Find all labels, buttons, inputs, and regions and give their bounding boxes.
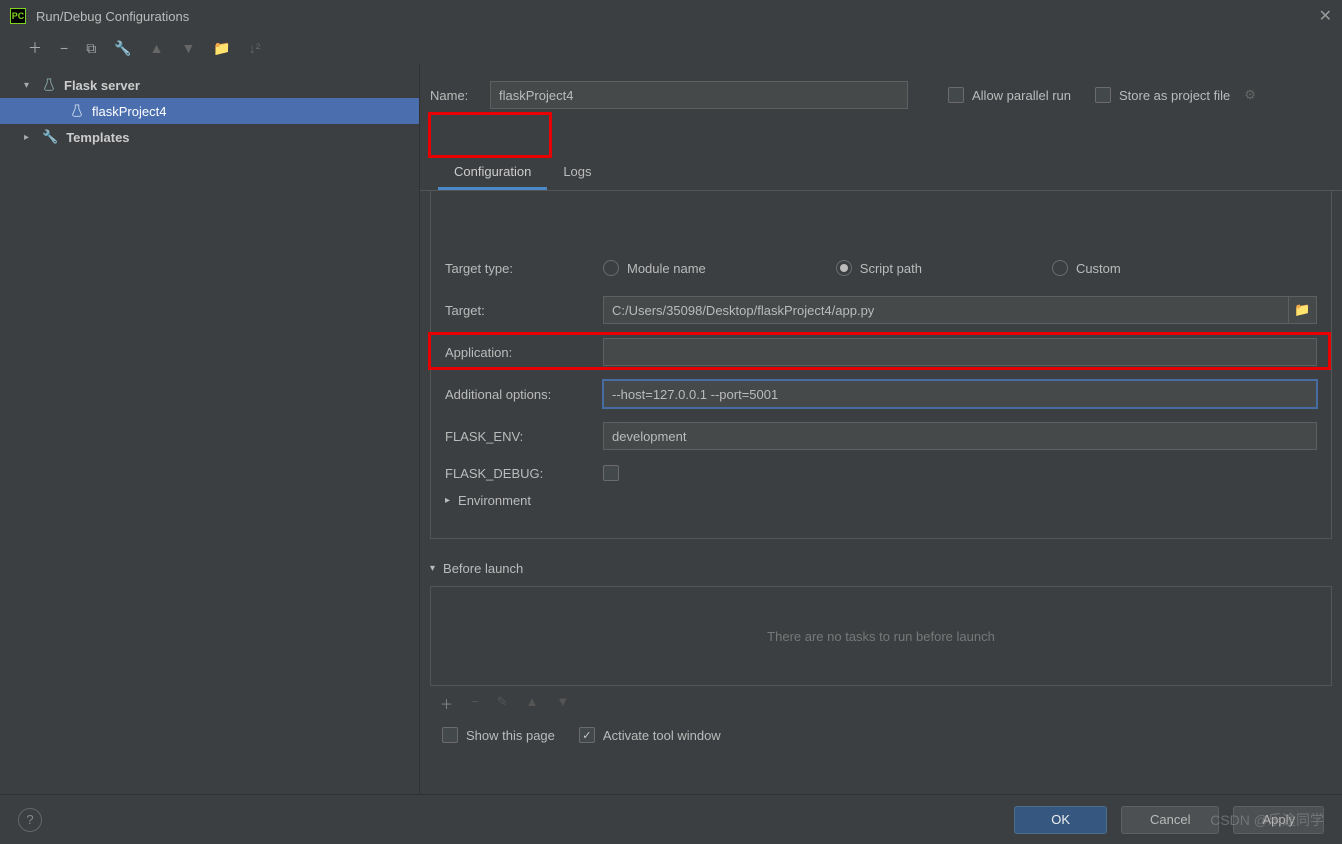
pycharm-icon: PC xyxy=(10,8,26,24)
toolbar: ＋ − ⧉ 🔧 ▲ ▼ 📁 ↓² xyxy=(0,32,1342,64)
gear-icon[interactable]: ⚙ xyxy=(1244,87,1256,103)
content-panel: Name: Allow parallel run Store as projec… xyxy=(420,64,1342,794)
up-icon[interactable]: ▲ xyxy=(150,40,164,56)
environment-label[interactable]: Environment xyxy=(458,493,531,508)
sort-icon[interactable]: ↓² xyxy=(249,40,261,56)
radio-script-path[interactable]: Script path xyxy=(836,260,922,276)
radio-module-name[interactable]: Module name xyxy=(603,260,706,276)
watermark: CSDN @乐途同学 xyxy=(1210,810,1324,830)
remove-task-icon[interactable]: − xyxy=(471,694,479,713)
edit-task-icon[interactable]: ✎ xyxy=(497,694,508,713)
tree-item-flaskproject4[interactable]: flaskProject4 xyxy=(0,98,419,124)
before-launch-list: There are no tasks to run before launch xyxy=(430,586,1332,686)
configuration-panel: Target type: Module name Script path Cus… xyxy=(430,191,1332,539)
browse-folder-icon[interactable]: 📁 xyxy=(1289,296,1317,324)
ok-button[interactable]: OK xyxy=(1014,806,1107,834)
target-input[interactable] xyxy=(603,296,1289,324)
flask-env-label: FLASK_ENV: xyxy=(445,429,603,444)
tree-group-label: Flask server xyxy=(64,78,140,93)
folder-icon[interactable]: 📁 xyxy=(213,40,230,57)
remove-icon[interactable]: − xyxy=(60,40,68,56)
radio-custom[interactable]: Custom xyxy=(1052,260,1121,276)
bottombar: ? OK Cancel Apply xyxy=(0,794,1342,844)
titlebar: PC Run/Debug Configurations ✕ xyxy=(0,0,1342,32)
add-icon[interactable]: ＋ xyxy=(28,38,42,58)
additional-options-label: Additional options: xyxy=(445,387,603,402)
chevron-down-icon[interactable]: ▾ xyxy=(430,563,435,574)
up-task-icon[interactable]: ▲ xyxy=(526,694,539,713)
down-icon[interactable]: ▼ xyxy=(181,40,195,56)
chevron-right-icon[interactable]: ▸ xyxy=(445,495,450,506)
cancel-button[interactable]: Cancel xyxy=(1121,806,1219,834)
window-title: Run/Debug Configurations xyxy=(36,9,189,24)
activate-tool-window-checkbox[interactable]: Activate tool window xyxy=(579,727,721,743)
before-launch-label: Before launch xyxy=(443,561,523,576)
chevron-down-icon: ▾ xyxy=(24,80,34,91)
add-task-icon[interactable]: ＋ xyxy=(440,694,453,713)
tree-group-flask[interactable]: ▾ Flask server xyxy=(0,72,419,98)
wrench-icon: 🔧 xyxy=(42,129,58,145)
close-icon[interactable]: ✕ xyxy=(1319,6,1332,26)
copy-icon[interactable]: ⧉ xyxy=(86,40,96,57)
wrench-icon[interactable]: 🔧 xyxy=(114,40,131,57)
flask-env-input[interactable] xyxy=(603,422,1317,450)
application-input[interactable] xyxy=(603,338,1317,366)
store-as-file-checkbox[interactable]: Store as project file⚙ xyxy=(1095,87,1256,103)
tab-configuration[interactable]: Configuration xyxy=(438,156,547,190)
flask-debug-label: FLASK_DEBUG: xyxy=(445,466,603,481)
down-task-icon[interactable]: ▼ xyxy=(556,694,569,713)
before-launch-section: ▾ Before launch There are no tasks to ru… xyxy=(430,561,1332,743)
tree-group-label: Templates xyxy=(66,130,129,145)
show-this-page-checkbox[interactable]: Show this page xyxy=(442,727,555,743)
tree-item-label: flaskProject4 xyxy=(92,104,166,119)
tab-logs[interactable]: Logs xyxy=(547,156,607,190)
allow-parallel-checkbox[interactable]: Allow parallel run xyxy=(948,87,1071,103)
flask-icon xyxy=(42,78,56,92)
tree-group-templates[interactable]: ▸ 🔧 Templates xyxy=(0,124,419,150)
flask-icon xyxy=(70,104,84,118)
name-label: Name: xyxy=(430,88,490,103)
name-input[interactable] xyxy=(490,81,908,109)
target-type-label: Target type: xyxy=(445,261,603,276)
flask-debug-checkbox[interactable] xyxy=(603,465,619,481)
config-tree: ▾ Flask server flaskProject4 ▸ 🔧 Templat… xyxy=(0,64,420,794)
additional-options-input[interactable] xyxy=(603,380,1317,408)
empty-text: There are no tasks to run before launch xyxy=(767,629,995,644)
tabs: Configuration Logs xyxy=(420,156,1342,191)
chevron-right-icon: ▸ xyxy=(24,132,34,143)
application-label: Application: xyxy=(445,345,603,360)
target-label: Target: xyxy=(445,303,603,318)
help-icon[interactable]: ? xyxy=(18,808,42,832)
